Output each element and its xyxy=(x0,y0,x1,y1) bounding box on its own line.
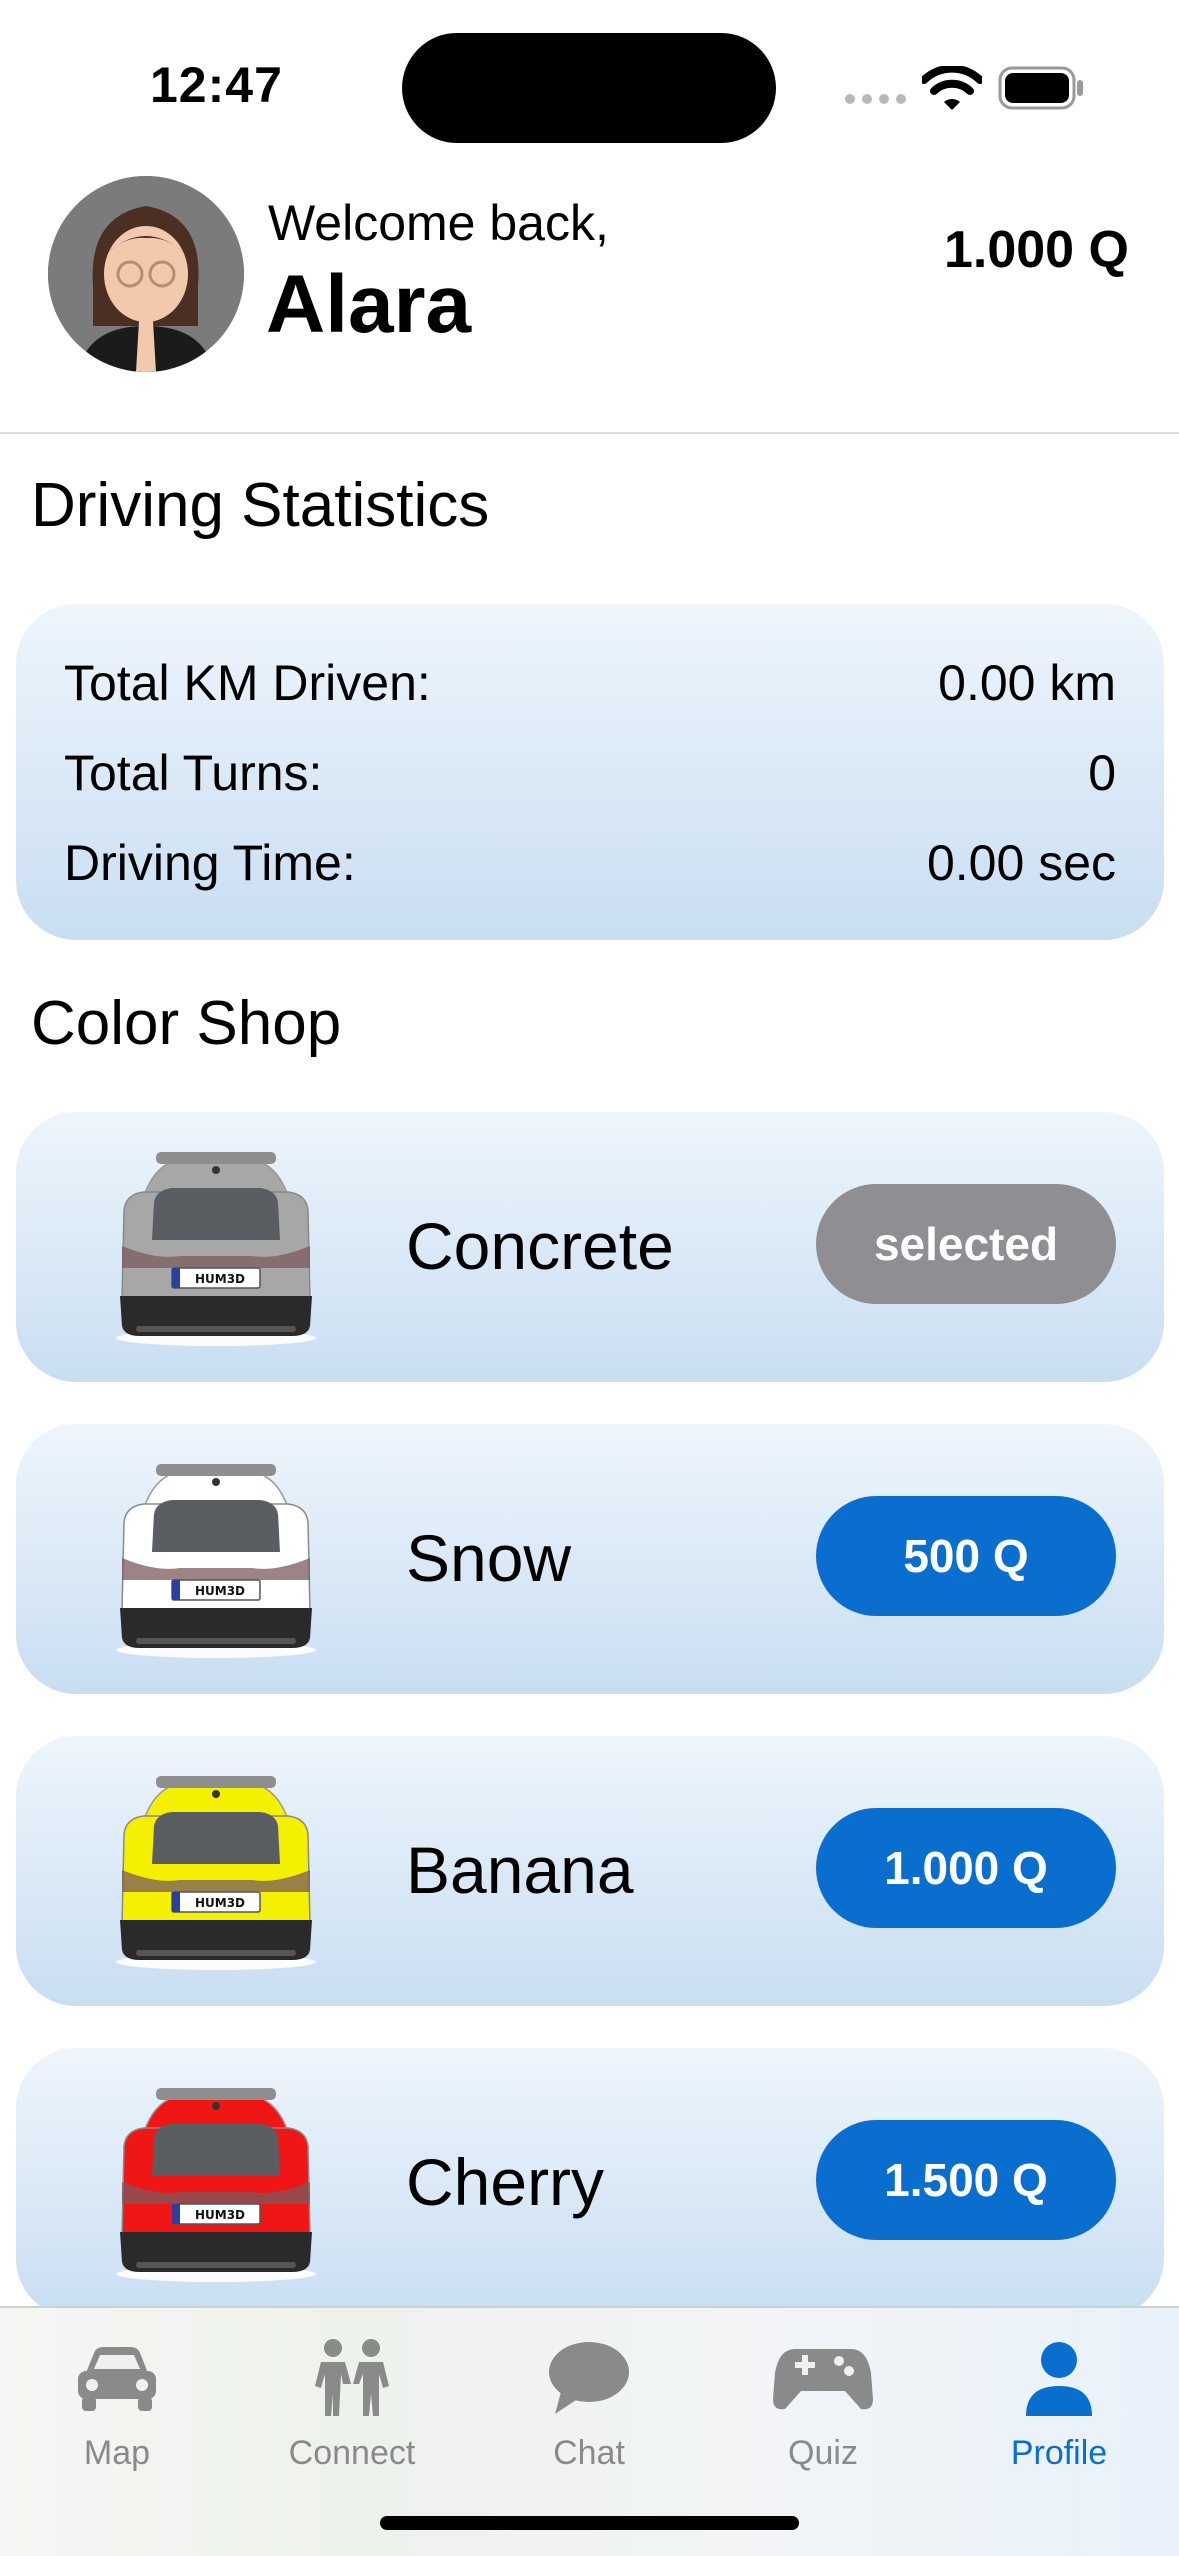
svg-text:HUM3D: HUM3D xyxy=(195,2208,245,2222)
stat-value: 0.00 sec xyxy=(926,835,1116,891)
stat-row-total-km: Total KM Driven: 0.00 km xyxy=(64,654,1116,712)
tab-label: Profile xyxy=(1010,2434,1108,2472)
color-shop-title: Color Shop xyxy=(31,989,342,1058)
shop-item-cherry: HUM3D Cherry 1.500 Q xyxy=(16,2048,1164,2318)
tab-label: Connect xyxy=(288,2434,416,2472)
driving-statistics-card: Total KM Driven: 0.00 km Total Turns: 0 … xyxy=(16,604,1164,940)
color-name: Cherry xyxy=(406,2145,605,2219)
buy-button[interactable]: 1.000 Q xyxy=(816,1808,1116,1928)
tab-map[interactable]: Map xyxy=(17,2328,217,2473)
stat-value: 0 xyxy=(1088,745,1116,801)
tab-chat[interactable]: Chat xyxy=(489,2328,689,2473)
stat-label: Total KM Driven: xyxy=(64,655,431,711)
dynamic-island xyxy=(402,33,776,143)
avatar[interactable] xyxy=(48,176,244,372)
svg-text:HUM3D: HUM3D xyxy=(195,1896,245,1910)
tab-connect[interactable]: Connect xyxy=(252,2328,452,2473)
shop-item-concrete: HUM3D Concrete selected xyxy=(16,1112,1164,1382)
person-icon xyxy=(1026,2342,1092,2416)
driving-statistics-title: Driving Statistics xyxy=(31,471,490,540)
tab-label: Quiz xyxy=(788,2434,858,2472)
stat-label: Driving Time: xyxy=(64,835,356,891)
status-time: 12:47 xyxy=(150,57,283,113)
shop-item-snow: HUM3D Snow 500 Q xyxy=(16,1424,1164,1694)
color-name: Snow xyxy=(406,1521,572,1595)
wifi-icon xyxy=(922,66,982,110)
selected-button[interactable]: selected xyxy=(816,1184,1116,1304)
car-icon: HUM3D xyxy=(116,1152,316,1346)
welcome-text: Welcome back, xyxy=(268,195,609,251)
car-icon: HUM3D xyxy=(116,1464,316,1658)
stat-label: Total Turns: xyxy=(64,745,323,801)
user-name: Alara xyxy=(266,259,472,350)
coin-balance: 1.000 Q xyxy=(943,221,1129,279)
car-icon: HUM3D xyxy=(116,2088,316,2282)
header-divider xyxy=(0,432,1179,434)
tab-label: Map xyxy=(83,2434,151,2472)
battery-icon xyxy=(998,66,1083,110)
color-name: Concrete xyxy=(406,1209,674,1283)
buy-button[interactable]: 500 Q xyxy=(816,1496,1116,1616)
profile-screen: 12:47 Welcome back, Alara 1.000 Q Drivin… xyxy=(0,0,1179,2556)
color-name: Banana xyxy=(406,1833,634,1907)
shop-item-banana: HUM3D Banana 1.000 Q xyxy=(16,1736,1164,2006)
car-icon: HUM3D xyxy=(116,1776,316,1970)
stat-row-total-turns: Total Turns: 0 xyxy=(64,744,1116,802)
tab-quiz[interactable]: Quiz xyxy=(723,2328,923,2473)
car-icon xyxy=(78,2347,156,2411)
tab-label: Chat xyxy=(553,2434,625,2472)
svg-text:HUM3D: HUM3D xyxy=(195,1272,245,1286)
gamepad-icon xyxy=(773,2349,873,2410)
cellular-signal-icon xyxy=(845,94,906,104)
stat-row-driving-time: Driving Time: 0.00 sec xyxy=(64,834,1116,892)
svg-text:HUM3D: HUM3D xyxy=(195,1584,245,1598)
buy-button[interactable]: 1.500 Q xyxy=(816,2120,1116,2240)
people-icon xyxy=(315,2339,389,2416)
chat-bubble-icon xyxy=(549,2342,629,2414)
stat-value: 0.00 km xyxy=(938,655,1116,711)
home-indicator xyxy=(380,2516,799,2530)
memoji-avatar-icon xyxy=(48,176,244,372)
tab-profile[interactable]: Profile xyxy=(959,2328,1159,2473)
